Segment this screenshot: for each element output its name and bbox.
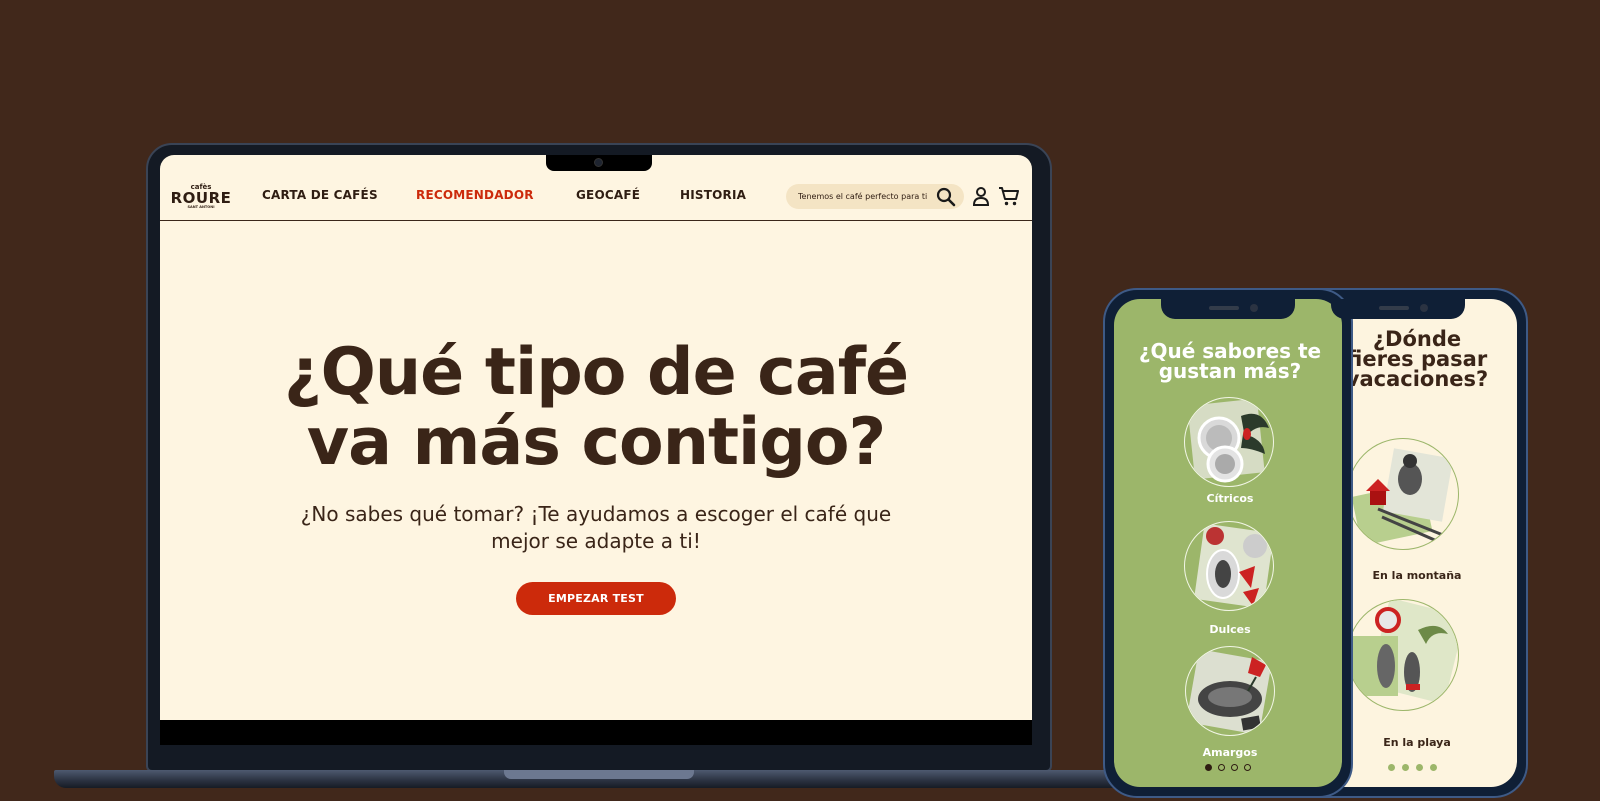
pagination-dot[interactable] [1416,764,1423,771]
user-icon[interactable] [972,186,990,206]
nav-historia[interactable]: HISTORIA [680,188,746,202]
phone-flavors: ¿Qué sabores te gustan más? Cítricos Dul… [1103,288,1353,798]
citrus-option-label[interactable]: Cítricos [1114,492,1342,505]
nav-carta-de-cafes[interactable]: CARTA DE CAFÉS [262,188,378,202]
phone-flavors-screen: ¿Qué sabores te gustan más? Cítricos Dul… [1114,299,1342,787]
laptop-screen: cafès ROURE SANT ANTONI CARTA DE CAFÉS R… [160,155,1032,720]
sweet-option-image[interactable] [1184,521,1274,611]
pagination-dot[interactable] [1218,764,1225,771]
search-bar [786,184,964,209]
beach-option-image[interactable] [1347,599,1459,711]
pagination-dot[interactable] [1402,764,1409,771]
camera-icon [594,158,603,167]
laptop-groove [504,770,694,779]
hero-title-line-2: va más contigo? [306,405,886,480]
hero-title: ¿Qué tipo de café va más contigo? [160,338,1032,478]
search-icon[interactable] [936,187,956,207]
mountain-option-label[interactable]: En la montaña [1347,569,1487,582]
vacation-question: ¿Dónde fieres pasar vacaciones? [1327,329,1507,391]
flavors-question-line-2: gustan más? [1158,359,1302,383]
speaker-icon [1379,306,1409,310]
nav-recomendador[interactable]: RECOMENDADOR [416,188,534,202]
mountain-skier-icon [1351,448,1454,547]
search-input[interactable] [798,188,933,205]
speaker-icon [1209,306,1239,310]
nav-geocafe[interactable]: GEOCAFÉ [576,188,640,202]
pagination-dot[interactable] [1388,764,1395,771]
citrus-option-image[interactable] [1184,397,1274,487]
laptop-base [54,770,1142,788]
phone-notch [1331,299,1465,319]
pagination-dot[interactable] [1231,764,1238,771]
laptop-bezel: cafès ROURE SANT ANTONI CARTA DE CAFÉS R… [160,155,1032,745]
pagination-dot[interactable] [1244,764,1251,771]
top-nav: cafès ROURE SANT ANTONI CARTA DE CAFÉS R… [160,171,1032,221]
logo-main-text: ROURE [170,189,232,207]
bitter-cacao-icon [1186,649,1272,735]
start-test-button[interactable]: EMPEZAR TEST [516,582,676,615]
citrus-icon [1187,398,1269,483]
hero-subtitle-line-2: mejor se adapte a ti! [491,529,701,553]
sweet-fruits-icon [1194,523,1273,609]
beach-option-label[interactable]: En la playa [1347,736,1487,749]
hero-subtitle: ¿No sabes qué tomar? ¡Te ayudamos a esco… [240,501,952,555]
beach-volleyball-icon [1348,600,1458,705]
vacation-question-line-3: vacaciones? [1345,367,1489,391]
hero-title-line-1: ¿Qué tipo de café [283,335,909,410]
phone-notch [1161,299,1295,319]
mountain-option-image[interactable] [1347,438,1459,550]
pagination-dot-active[interactable] [1205,764,1212,771]
sweet-option-label[interactable]: Dulces [1114,623,1342,636]
camera-icon [1420,304,1428,312]
mockup-stage: cafès ROURE SANT ANTONI CARTA DE CAFÉS R… [0,0,1600,801]
brand-logo[interactable]: cafès ROURE SANT ANTONI [170,184,232,212]
flavors-question: ¿Qué sabores te gustan más? [1114,341,1342,381]
hero-subtitle-line-1: ¿No sabes qué tomar? ¡Te ayudamos a esco… [300,502,892,526]
laptop-notch [546,155,652,171]
camera-icon [1250,304,1258,312]
cart-icon[interactable] [998,185,1020,207]
bitter-option-label[interactable]: Amargos [1114,746,1342,759]
bitter-option-image[interactable] [1185,646,1275,736]
pagination-dot[interactable] [1430,764,1437,771]
